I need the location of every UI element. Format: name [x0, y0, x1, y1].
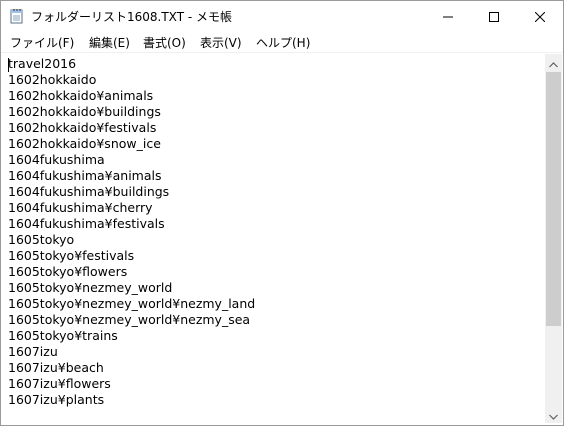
text-line: 1605tokyo¥nezmey_world	[8, 280, 173, 295]
menu-help[interactable]: ヘルプ(H)	[254, 34, 312, 51]
menu-view[interactable]: 表示(V)	[198, 34, 244, 51]
text-line: 1605tokyo¥festivals	[8, 248, 135, 263]
text-line: 1604fukushima¥buildings	[8, 184, 170, 199]
text-line: 1604fukushima¥festivals	[8, 216, 165, 231]
text-line: travel2016	[8, 56, 77, 71]
menu-edit[interactable]: 編集(E)	[87, 34, 132, 51]
text-line: 1605tokyo¥trains	[8, 328, 118, 343]
maximize-button[interactable]	[471, 1, 517, 31]
text-line: 1602hokkaido¥snow_ice	[8, 136, 161, 151]
minimize-button[interactable]	[425, 1, 471, 31]
maximize-icon	[489, 7, 499, 26]
notepad-window: フォルダーリスト1608.TXT - メモ帳 ファイル(F) 編集(E) 書式(…	[0, 0, 564, 426]
text-line: 1602hokkaido¥festivals	[8, 120, 157, 135]
text-line: 1602hokkaido¥animals	[8, 88, 154, 103]
text-line: 1604fukushima¥cherry	[8, 200, 153, 215]
minimize-icon	[443, 7, 453, 26]
text-line: 1607izu	[8, 344, 58, 359]
text-line: 1607izu¥flowers	[8, 376, 111, 391]
window-title: フォルダーリスト1608.TXT - メモ帳	[31, 10, 232, 24]
text-line: 1607izu¥plants	[8, 392, 105, 407]
text-editor[interactable]: travel2016 1602hokkaido 1602hokkaido¥ani…	[3, 54, 545, 423]
menu-bar: ファイル(F) 編集(E) 書式(O) 表示(V) ヘルプ(H)	[1, 31, 563, 53]
text-line: 1602hokkaido	[8, 72, 97, 87]
menu-file[interactable]: ファイル(F)	[8, 34, 76, 51]
scroll-down-button[interactable]	[545, 406, 562, 423]
scroll-up-arrow-icon	[549, 53, 558, 72]
scroll-down-arrow-icon	[549, 405, 558, 424]
text-line: 1605tokyo¥nezmey_world¥nezmy_sea	[8, 312, 251, 327]
title-bar[interactable]: フォルダーリスト1608.TXT - メモ帳	[1, 1, 563, 31]
text-line: 1605tokyo	[8, 232, 75, 247]
text-line: 1604fukushima¥animals	[8, 168, 162, 183]
text-line: 1605tokyo¥flowers	[8, 264, 128, 279]
text-line: 1604fukushima	[8, 152, 105, 167]
scroll-thumb[interactable]	[546, 72, 561, 326]
text-line: 1607izu¥beach	[8, 360, 104, 375]
notepad-icon[interactable]	[10, 8, 24, 24]
scroll-up-button[interactable]	[545, 54, 562, 71]
menu-format[interactable]: 書式(O)	[141, 34, 188, 51]
close-icon	[534, 7, 546, 26]
text-line: 1605tokyo¥nezmey_world¥nezmy_land	[8, 296, 256, 311]
vertical-scrollbar[interactable]	[545, 54, 562, 423]
editor-lines: travel2016 1602hokkaido 1602hokkaido¥ani…	[8, 56, 255, 408]
text-line: 1602hokkaido¥buildings	[8, 104, 161, 119]
close-button[interactable]	[517, 1, 563, 31]
